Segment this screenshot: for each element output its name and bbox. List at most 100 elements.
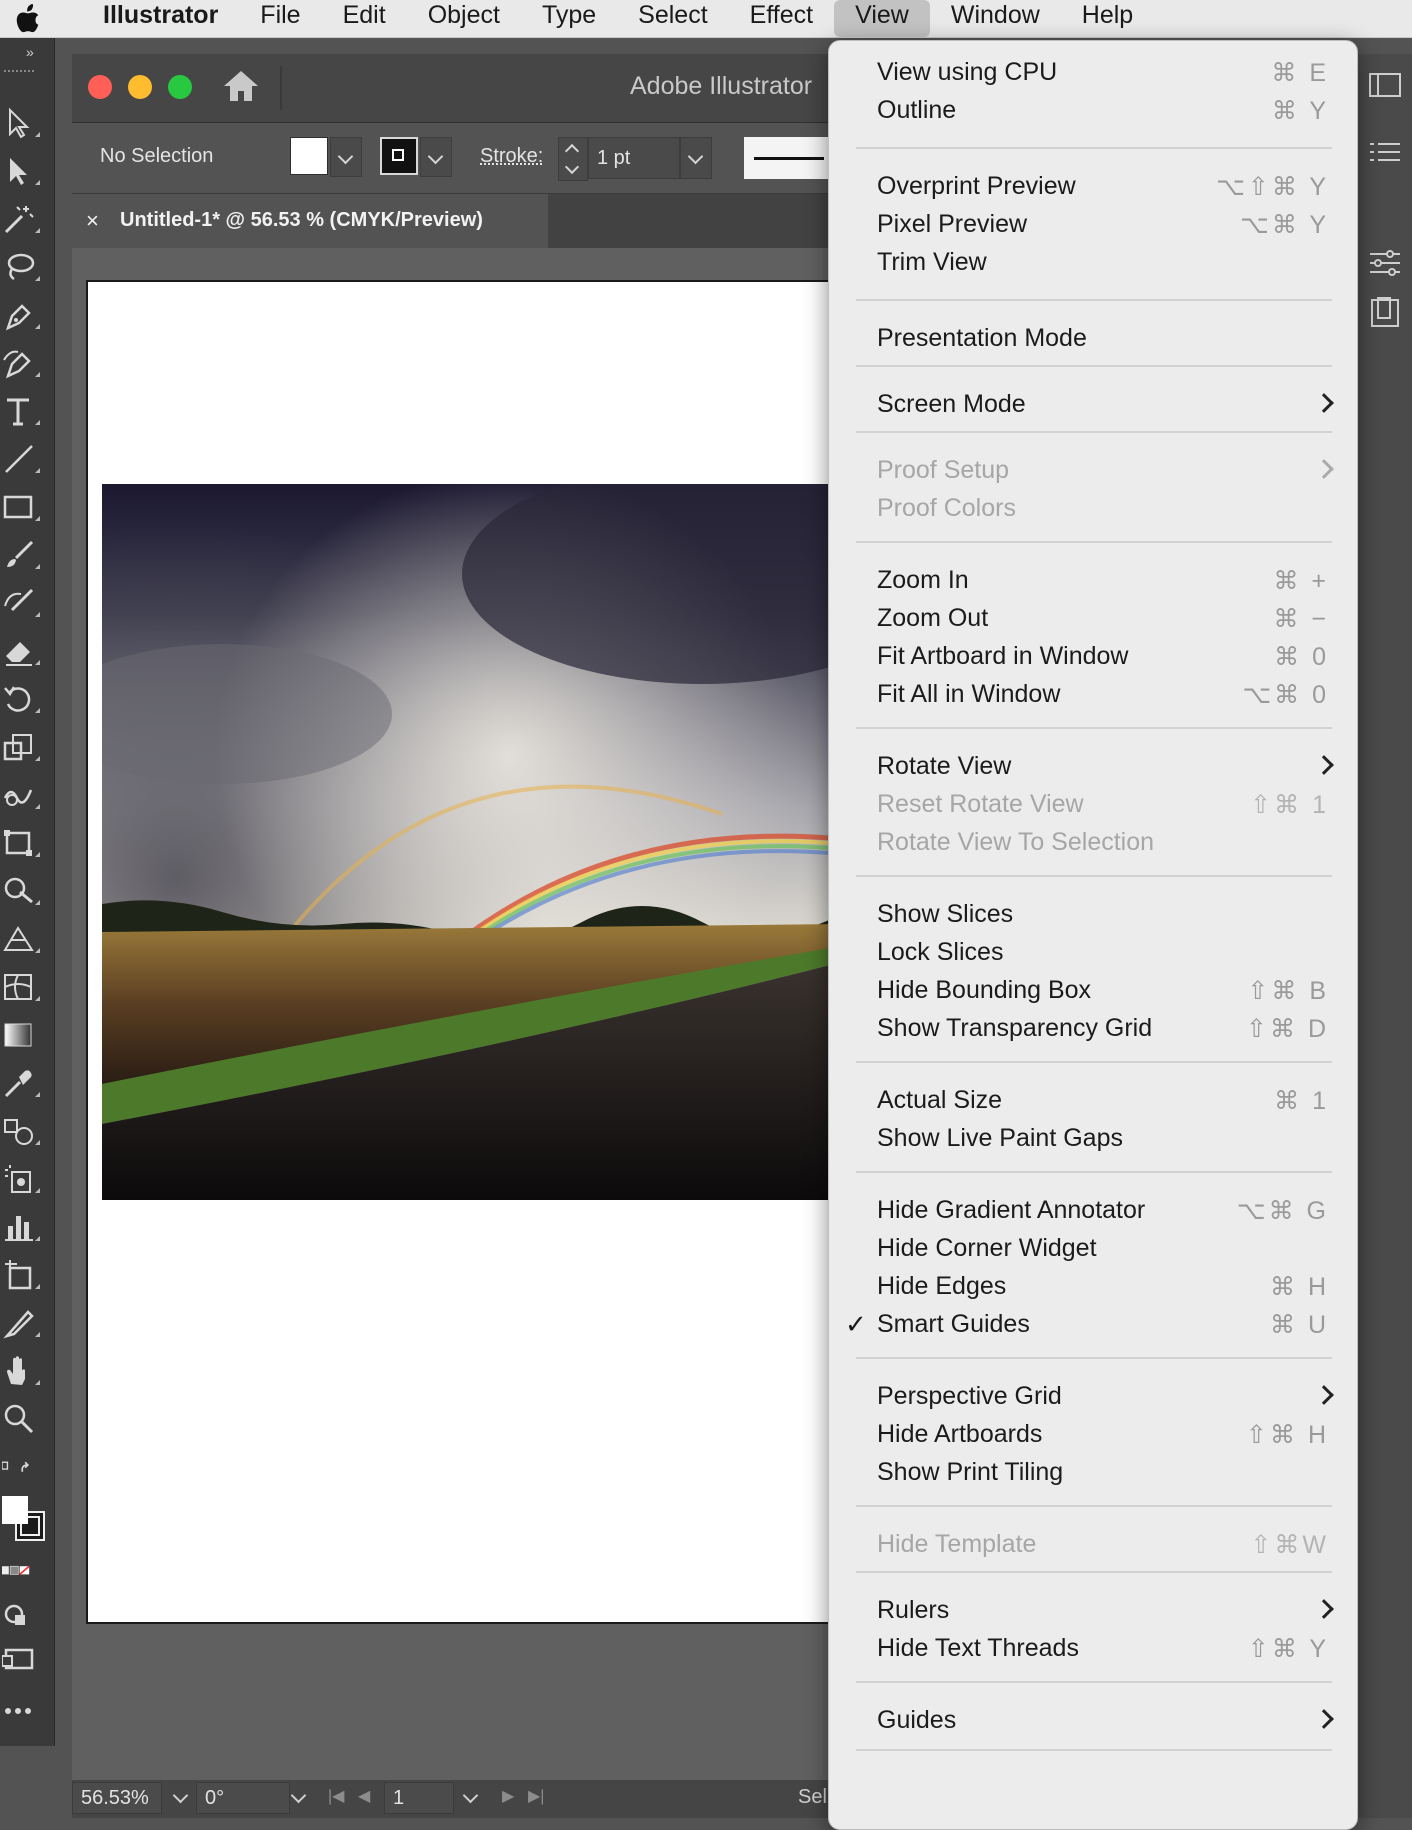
magic-wand-tool-icon[interactable] <box>2 202 42 236</box>
selection-tool-icon[interactable] <box>2 106 42 140</box>
menu-window[interactable]: Window <box>930 0 1061 37</box>
shape-builder-tool-icon[interactable] <box>2 874 42 908</box>
rotate-tool-icon[interactable] <box>2 682 42 716</box>
first-artboard-icon[interactable]: |◀ <box>328 1786 344 1806</box>
stepper-down-icon[interactable] <box>564 159 580 175</box>
rotation-dropdown[interactable] <box>284 1784 312 1814</box>
stroke-dropdown[interactable] <box>420 137 452 177</box>
previous-artboard-icon[interactable]: ◀ <box>358 1786 370 1806</box>
menu-item-outline[interactable]: Outline ⌘ Y <box>829 89 1359 133</box>
layers-list-icon[interactable] <box>1366 134 1404 172</box>
menu-edit[interactable]: Edit <box>322 0 407 37</box>
last-artboard-icon[interactable]: ▶| <box>528 1786 544 1806</box>
menu-help[interactable]: Help <box>1061 0 1154 37</box>
collapse-panel-icon[interactable]: » <box>26 44 34 60</box>
variable-width-profile[interactable] <box>744 137 834 179</box>
draw-mode-icon[interactable] <box>2 1598 42 1632</box>
stroke-color-swatch[interactable] <box>380 137 418 175</box>
menu-item-show-transparency-grid[interactable]: Show Transparency Grid ⇧⌘ D <box>829 1007 1359 1051</box>
more-tools-icon[interactable] <box>2 1694 42 1728</box>
type-tool-icon[interactable] <box>2 394 42 428</box>
menu-item-label: Outline <box>877 96 957 124</box>
zoom-level-input[interactable]: 56.53% <box>72 1782 162 1814</box>
stroke-weight-input[interactable]: 1 pt <box>588 137 680 179</box>
line-tool-icon[interactable] <box>2 442 42 476</box>
menu-item-label: Show Live Paint Gaps <box>877 1124 1123 1152</box>
fill-dropdown[interactable] <box>330 137 362 177</box>
artboard-dropdown[interactable] <box>456 1784 484 1814</box>
shaper-tool-icon[interactable] <box>2 586 42 620</box>
menu-file[interactable]: File <box>239 0 321 37</box>
lasso-tool-icon[interactable] <box>2 250 42 284</box>
color-mode-icons[interactable] <box>2 1554 52 1588</box>
scale-tool-icon[interactable] <box>2 730 42 764</box>
curvature-tool-icon[interactable] <box>2 346 42 380</box>
stroke-weight-dropdown[interactable] <box>680 137 712 179</box>
stepper-up-icon[interactable] <box>564 143 580 159</box>
menu-item-smart-guides[interactable]: ✓ Smart Guides ⌘ U <box>829 1303 1359 1347</box>
properties-panel-icon[interactable] <box>1366 66 1404 104</box>
blend-tool-icon[interactable] <box>2 1114 42 1148</box>
minimize-window-button[interactable] <box>128 75 152 99</box>
fill-stroke-swatches[interactable] <box>2 1494 52 1548</box>
menu-item-trim-view[interactable]: Trim View <box>829 241 1359 285</box>
menu-item-guides[interactable]: Guides <box>829 1699 1359 1743</box>
menu-item-label: Hide Text Threads <box>877 1634 1079 1662</box>
menu-separator <box>856 1061 1332 1063</box>
submenu-arrow-icon <box>1314 459 1334 479</box>
rotation-input[interactable]: 0° <box>196 1782 290 1814</box>
symbol-sprayer-tool-icon[interactable] <box>2 1162 42 1196</box>
menu-item-fit-all-in-window[interactable]: Fit All in Window ⌥⌘ 0 <box>829 673 1359 717</box>
menu-separator <box>856 541 1332 543</box>
menu-item-show-print-tiling[interactable]: Show Print Tiling <box>829 1451 1359 1495</box>
home-icon[interactable] <box>220 68 262 104</box>
slice-tool-icon[interactable] <box>2 1306 42 1340</box>
mesh-tool-icon[interactable] <box>2 970 42 1004</box>
menu-select[interactable]: Select <box>617 0 728 37</box>
screen-mode-icon[interactable] <box>1 1642 42 1676</box>
next-artboard-icon[interactable]: ▶ <box>502 1786 514 1806</box>
close-window-button[interactable] <box>88 75 112 99</box>
zoom-dropdown[interactable] <box>166 1784 194 1814</box>
swap-colors-icon[interactable] <box>1 1450 52 1484</box>
hand-tool-icon[interactable] <box>2 1354 42 1388</box>
menu-item-label: Show Slices <box>877 900 1014 928</box>
warp-tool-icon[interactable] <box>2 778 42 812</box>
menu-effect[interactable]: Effect <box>729 0 834 37</box>
column-graph-tool-icon[interactable] <box>2 1210 42 1244</box>
menu-item-screen-mode[interactable]: Screen Mode <box>829 383 1359 427</box>
pen-tool-icon[interactable] <box>2 298 42 332</box>
panel-grip[interactable] <box>4 70 34 76</box>
gradient-tool-icon[interactable] <box>2 1018 42 1052</box>
fill-color-swatch[interactable] <box>290 137 328 175</box>
perspective-grid-tool-icon[interactable] <box>2 922 42 956</box>
menu-view[interactable]: View <box>834 0 930 37</box>
close-tab-icon[interactable]: × <box>86 208 99 234</box>
document-tab[interactable]: × Untitled-1* @ 56.53 % (CMYK/Preview) <box>72 194 548 248</box>
menu-item-shortcut: ⇧⌘ H <box>1246 1421 1329 1449</box>
direct-selection-tool-icon[interactable] <box>2 154 42 188</box>
menu-object[interactable]: Object <box>407 0 521 37</box>
free-transform-tool-icon[interactable] <box>2 826 42 860</box>
artboard-tool-icon[interactable] <box>2 1258 42 1292</box>
menu-item-show-live-paint-gaps[interactable]: Show Live Paint Gaps <box>829 1117 1359 1161</box>
apple-icon[interactable] <box>14 3 42 34</box>
menu-type[interactable]: Type <box>521 0 617 37</box>
adjustments-icon[interactable] <box>1366 244 1404 282</box>
stroke-weight-stepper[interactable] <box>558 137 588 181</box>
menu-item-label: Rotate View <box>877 752 1012 780</box>
zoom-window-button[interactable] <box>168 75 192 99</box>
eraser-tool-icon[interactable] <box>2 634 42 668</box>
eyedropper-tool-icon[interactable] <box>2 1066 42 1100</box>
zoom-tool-icon[interactable] <box>2 1402 42 1436</box>
placed-rainbow-photo[interactable] <box>102 484 842 1200</box>
libraries-icon[interactable] <box>1366 294 1404 332</box>
menu-app-illustrator[interactable]: Illustrator <box>82 0 239 37</box>
stroke-label[interactable]: Stroke: <box>480 145 543 168</box>
rectangle-tool-icon[interactable] <box>2 490 42 524</box>
menu-item-presentation-mode[interactable]: Presentation Mode <box>829 317 1359 361</box>
menu-item-label: Overprint Preview <box>877 172 1076 200</box>
menu-item-hide-text-threads[interactable]: Hide Text Threads ⇧⌘ Y <box>829 1627 1359 1671</box>
paintbrush-tool-icon[interactable] <box>2 538 42 572</box>
artboard-number-input[interactable]: 1 <box>384 1782 454 1814</box>
